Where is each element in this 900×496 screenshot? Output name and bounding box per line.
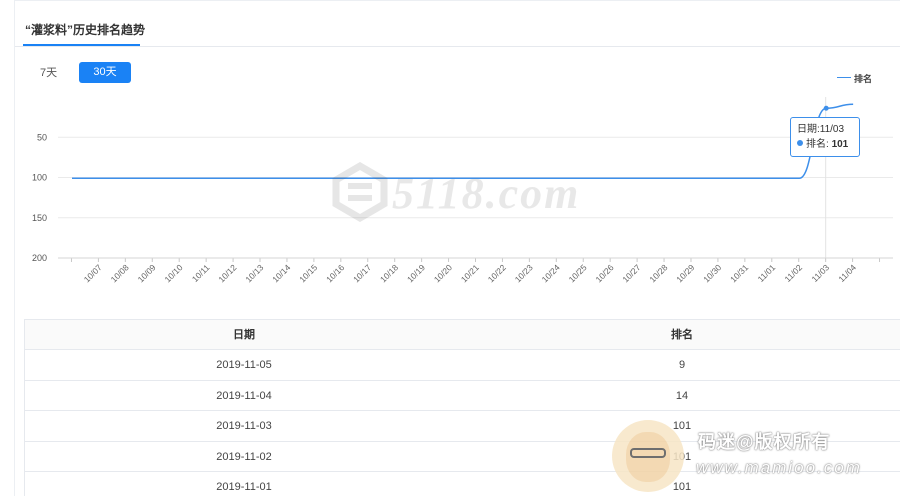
x-tick-label: 10/11 xyxy=(190,262,212,284)
x-tick-label: 10/31 xyxy=(728,262,750,284)
y-axis-ticks: 50 100 150 200 xyxy=(32,132,47,263)
x-tick-label: 10/21 xyxy=(459,262,481,284)
cell-date: 2019-11-04 xyxy=(216,389,272,402)
cell-date: 2019-11-05 xyxy=(216,359,272,371)
table-row: 2019-11-04 14 xyxy=(25,381,900,411)
y-tick-label: 100 xyxy=(32,173,47,183)
header-rank: 排名 xyxy=(671,329,693,341)
table-header-row: 日期 排名 xyxy=(25,320,900,350)
highlighted-point[interactable] xyxy=(823,105,829,111)
x-tick-label: 10/26 xyxy=(593,262,615,284)
cell-date: 2019-11-03 xyxy=(216,420,272,432)
tooltip-date: 日期:11/03 xyxy=(797,124,845,135)
x-tick-label: 10/22 xyxy=(486,262,508,284)
tooltip-rank-label: 排名: xyxy=(806,139,829,150)
cell-rank: 9 xyxy=(678,359,686,371)
x-tick-label: 10/18 xyxy=(378,262,400,284)
x-tick-label: 10/29 xyxy=(674,262,696,284)
x-tick-label: 10/14 xyxy=(270,262,292,284)
x-tick-label: 10/17 xyxy=(351,262,373,284)
x-tick-label: 10/13 xyxy=(243,262,265,284)
watermark-url: www.mamioo.com xyxy=(696,458,862,477)
cell-date: 2019-11-01 xyxy=(216,481,272,493)
table-row: 2019-11-05 9 xyxy=(25,350,900,381)
x-tick-label: 10/25 xyxy=(567,262,589,284)
x-tick-label: 11/01 xyxy=(756,262,778,284)
chart-tooltip: 日期:11/03 排名: 101 xyxy=(790,117,860,157)
rank-trend-chart: 50100150200 10/07 10/08 10/09 10/10 10/11 10/… xyxy=(32,97,893,284)
watermark-text: 5118.com xyxy=(392,169,581,218)
y-tick-label: 50 xyxy=(37,132,47,142)
y-tick-label: 150 xyxy=(32,213,47,223)
x-tick-label: 10/23 xyxy=(513,262,535,284)
x-tick-label: 10/08 xyxy=(109,262,131,284)
series-dot-icon xyxy=(797,140,803,146)
site-watermark: 5118.com xyxy=(330,161,600,224)
x-tick-label: 10/28 xyxy=(647,262,669,284)
cell-date: 2019-11-02 xyxy=(216,450,272,463)
corner-watermark: 码迷@版权所有 www.mamioo.com xyxy=(612,418,900,496)
x-tick-label: 10/09 xyxy=(136,262,158,284)
x-tick-label: 11/02 xyxy=(782,262,804,284)
legend-line-icon xyxy=(837,77,851,78)
y-tick-label: 200 xyxy=(32,253,47,263)
tooltip-rank: 排名: 101 xyxy=(797,137,853,152)
x-tick-label: 10/20 xyxy=(432,262,454,284)
x-axis-ticks: 10/07 10/08 10/09 10/10 10/11 10/12 10/13 10/14… xyxy=(58,257,893,284)
cell-rank: 14 xyxy=(675,389,689,402)
x-tick-label: 10/10 xyxy=(163,262,185,284)
avatar-glasses-icon xyxy=(630,448,666,458)
tooltip-rank-value: 101 xyxy=(831,139,849,150)
x-tick-label: 10/12 xyxy=(216,262,238,284)
header-date: 日期 xyxy=(233,329,255,341)
watermark-copyright: 码迷@版权所有 xyxy=(698,432,831,452)
legend-label: 排名 xyxy=(854,74,873,84)
x-tick-label: 10/07 xyxy=(82,262,104,284)
x-tick-label: 10/24 xyxy=(540,262,562,284)
x-tick-label: 10/16 xyxy=(324,262,346,284)
x-tick-label: 10/27 xyxy=(620,262,642,284)
watermark-avatar xyxy=(612,420,684,492)
x-tick-label: 10/30 xyxy=(701,262,723,284)
watermark-logo-icon xyxy=(332,161,388,223)
x-tick-label: 11/03 xyxy=(809,262,831,284)
x-tick-label: 11/04 xyxy=(836,262,858,284)
x-tick-label: 10/15 xyxy=(297,262,319,284)
x-tick-label: 10/19 xyxy=(405,262,427,284)
